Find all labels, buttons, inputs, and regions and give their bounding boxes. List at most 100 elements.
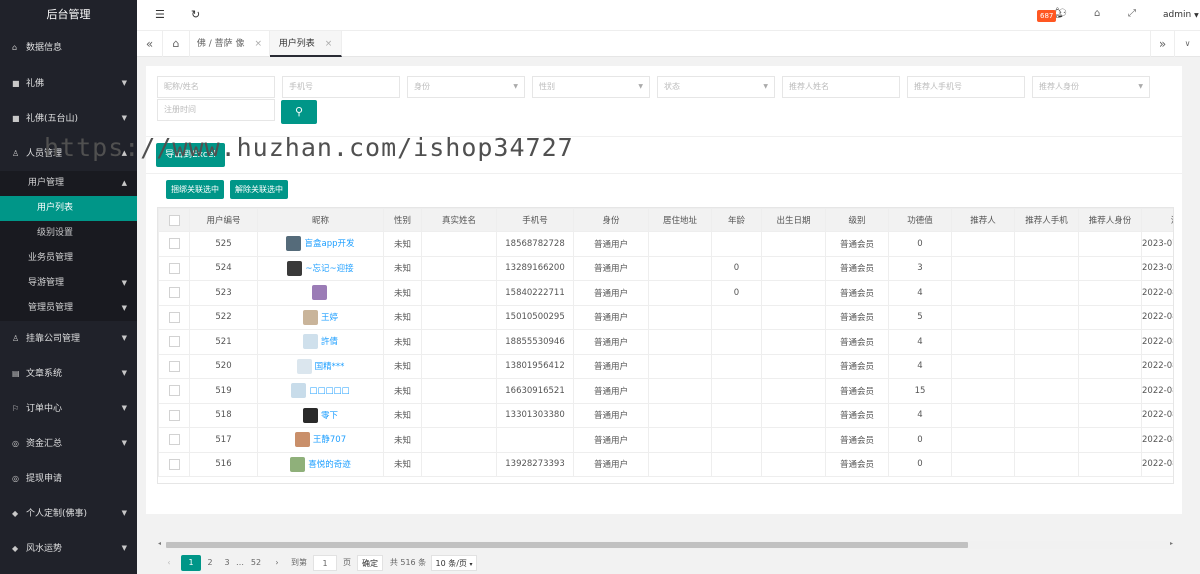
- sidebar-item-guide-mgmt[interactable]: 导游管理 ▼: [0, 271, 137, 296]
- home-tab-icon[interactable]: ⌂: [163, 31, 190, 57]
- row-select-cell[interactable]: [158, 280, 190, 306]
- table-row[interactable]: 516 喜悦的奇迹 未知 13928273393 普通用户 普通会员 0 2022-08: [158, 451, 1173, 477]
- filter-referrer-phone[interactable]: 推荐人手机号: [907, 76, 1025, 98]
- table-row[interactable]: 517 王静707 未知 普通用户 普通会员 0 2022-08: [158, 427, 1173, 453]
- table-cell: 普通会员: [825, 427, 889, 453]
- filter-status[interactable]: 状态 ▼: [657, 76, 775, 98]
- tab-scroll-left-icon[interactable]: «: [137, 31, 163, 57]
- table-cell: [421, 402, 497, 428]
- bind-selected-button[interactable]: 捆绑关联选中: [166, 180, 224, 199]
- row-checkbox[interactable]: [168, 336, 180, 348]
- filter-referrer-name[interactable]: 推荐人姓名: [782, 76, 900, 98]
- row-select-cell[interactable]: [158, 451, 190, 477]
- export-excel-button[interactable]: 导出到Excel: [156, 143, 225, 167]
- filter-gender[interactable]: 性别 ▼: [532, 76, 650, 98]
- table-row[interactable]: 518 零下 未知 13301303380 普通用户 普通会员 4 2022-08: [158, 402, 1173, 428]
- scroll-left-icon[interactable]: ◂: [158, 540, 161, 547]
- row-checkbox[interactable]: [168, 238, 180, 250]
- filter-nickname[interactable]: 昵称/姓名: [157, 76, 275, 98]
- tab-buddha-statues[interactable]: 佛 / 菩萨 像 ×: [190, 31, 270, 57]
- sidebar-item-custom[interactable]: ◆ 个人定制(佛事) ▼: [0, 496, 137, 531]
- table-row[interactable]: 523 未知 15840222711 普通用户 0 普通会员 4 2022-08: [158, 280, 1173, 306]
- row-checkbox[interactable]: [168, 434, 180, 446]
- scrollbar-thumb[interactable]: [166, 542, 968, 548]
- row-select-cell[interactable]: [158, 353, 190, 379]
- row-select-cell[interactable]: [158, 255, 190, 281]
- filter-phone[interactable]: 手机号: [282, 76, 400, 98]
- prev-page-icon[interactable]: ‹: [161, 555, 177, 571]
- close-icon[interactable]: ×: [325, 39, 333, 49]
- sidebar-item-dashboard[interactable]: ⌂ 数据信息: [0, 30, 137, 66]
- page-2[interactable]: 2: [203, 555, 217, 571]
- sidebar-item-withdraw[interactable]: ◎ 提现申请: [0, 461, 137, 496]
- refresh-icon[interactable]: ↻: [191, 8, 200, 21]
- table-cell: 普通会员: [825, 255, 889, 281]
- sidebar-item-admin-mgmt[interactable]: 管理员管理 ▼: [0, 296, 137, 321]
- collapse-menu-icon[interactable]: ☰: [155, 8, 165, 21]
- sidebar-item-lifo[interactable]: ■ 礼佛 ▼: [0, 66, 137, 101]
- row-checkbox[interactable]: [168, 409, 180, 421]
- tag-icon[interactable]: ⌂: [1094, 8, 1100, 19]
- table-row[interactable]: 519 □□□□□ 未知 16630916521 普通用户 普通会员 15 2022-08: [158, 378, 1173, 404]
- user-menu[interactable]: admin ▼: [1163, 10, 1199, 20]
- sidebar-item-article-sys[interactable]: ▤ 文章系统 ▼: [0, 356, 137, 391]
- select-all-header[interactable]: [158, 208, 190, 232]
- row-checkbox[interactable]: [168, 360, 180, 372]
- row-checkbox[interactable]: [168, 262, 180, 274]
- row-checkbox[interactable]: [168, 287, 180, 299]
- tab-menu-dropdown-icon[interactable]: ∨: [1175, 31, 1200, 57]
- sidebar-item-user-list[interactable]: 用户列表: [0, 196, 137, 221]
- tab-scroll-right-icon[interactable]: »: [1150, 31, 1175, 57]
- row-select-cell[interactable]: [158, 304, 190, 330]
- page-52[interactable]: 52: [247, 555, 265, 571]
- table-row[interactable]: 522 王婷 未知 15010500295 普通用户 普通会员 5 2022-08: [158, 304, 1173, 330]
- close-icon[interactable]: ×: [255, 39, 263, 49]
- table-cell: [421, 378, 497, 404]
- page-3[interactable]: 3: [221, 555, 233, 571]
- tab-user-list[interactable]: 用户列表 ×: [270, 31, 342, 57]
- user-icon: ♙: [12, 149, 20, 158]
- filter-register-time[interactable]: 注册时间: [157, 99, 275, 121]
- table-cell: 4: [888, 329, 952, 355]
- sidebar-item-level-settings[interactable]: 级别设置: [0, 221, 137, 246]
- page-1[interactable]: 1: [181, 555, 201, 571]
- sidebar-item-order-center[interactable]: ⚐ 订单中心 ▼: [0, 391, 137, 426]
- row-checkbox[interactable]: [168, 385, 180, 397]
- row-checkbox[interactable]: [168, 311, 180, 323]
- next-page-icon[interactable]: ›: [270, 555, 284, 571]
- row-select-cell[interactable]: [158, 402, 190, 428]
- table-row[interactable]: 525 盲盒app开发 未知 18568782728 普通用户 普通会员 0 2023-07: [158, 231, 1173, 257]
- row-select-cell[interactable]: [158, 329, 190, 355]
- nickname-text: □□□□□: [309, 386, 350, 397]
- fullscreen-icon[interactable]: ⤢: [1128, 8, 1136, 19]
- search-button[interactable]: ⚲: [281, 100, 317, 124]
- sidebar-item-fund-summary[interactable]: ◎ 资金汇总 ▼: [0, 426, 137, 461]
- page-input[interactable]: 1: [313, 555, 337, 571]
- table-cell: [761, 427, 826, 453]
- scroll-right-icon[interactable]: ▸: [1170, 540, 1173, 547]
- goto-confirm-button[interactable]: 确定: [357, 555, 383, 571]
- sidebar-item-company-mgmt[interactable]: ♙ 挂靠公司管理 ▼: [0, 321, 137, 356]
- table-row[interactable]: 524 ~忘记~迎接 未知 13289166200 普通用户 0 普通会员 3 2023-02: [158, 255, 1173, 281]
- table-row[interactable]: 521 許倩 未知 18855530946 普通用户 普通会员 4 2022-08: [158, 329, 1173, 355]
- flag-icon: ⚐: [12, 404, 20, 413]
- sidebar-item-people[interactable]: ♙ 人员管理 ▲: [0, 136, 137, 171]
- horizontal-scrollbar[interactable]: ◂ ▸: [157, 540, 1174, 549]
- filter-identity[interactable]: 身份 ▼: [407, 76, 525, 98]
- unbind-selected-button[interactable]: 解除关联选中: [230, 180, 288, 199]
- sidebar-item-sales-mgmt[interactable]: 业务员管理: [0, 246, 137, 271]
- sidebar-item-user-mgmt[interactable]: 用户管理 ▲: [0, 171, 137, 196]
- sidebar-item-lifo-wutaishan[interactable]: ■ 礼佛(五台山) ▼: [0, 101, 137, 136]
- row-select-cell[interactable]: [158, 231, 190, 257]
- select-all-checkbox[interactable]: [168, 214, 180, 226]
- table-row[interactable]: 520 国精*** 未知 13801956412 普通用户 普通会员 4 2022-08: [158, 353, 1173, 379]
- row-checkbox[interactable]: [168, 458, 180, 470]
- chevron-down-icon: ▼: [121, 439, 127, 447]
- table-cell: 0: [711, 255, 762, 281]
- theme-icon[interactable]: ⚇: [1058, 8, 1067, 19]
- filter-referrer-identity[interactable]: 推荐人身份 ▼: [1032, 76, 1150, 98]
- row-select-cell[interactable]: [158, 427, 190, 453]
- row-select-cell[interactable]: [158, 378, 190, 404]
- sidebar-item-fengshui[interactable]: ◆ 风水运势 ▼: [0, 531, 137, 566]
- page-size-select[interactable]: 10 条/页 ▾: [431, 555, 477, 571]
